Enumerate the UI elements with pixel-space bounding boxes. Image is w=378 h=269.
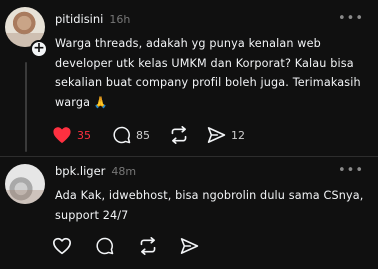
timestamp: 16h [109,13,131,26]
share-count: 12 [231,128,245,142]
repost-button[interactable] [169,124,205,146]
reply-count: 85 [136,128,150,142]
post-text-line: warga 🙏 [55,95,108,109]
share-icon [180,238,199,254]
timestamp: 48m [111,165,137,178]
repost-icon [140,237,156,255]
repost-icon [171,126,187,144]
heart-icon [52,237,71,255]
avatar-photo [5,190,45,204]
post-header: pitidisini 16h [55,12,130,30]
follow-plus-icon[interactable]: + [30,40,48,58]
like-count: 35 [77,128,91,142]
reply-button[interactable]: 85 [113,124,169,146]
avatar[interactable] [5,164,45,204]
post-text: Ada Kak, idwebhost, bisa ngobrolin dulu … [55,186,371,225]
post-header: bpk.liger 48m [55,164,136,182]
username[interactable]: pitidisini [55,12,103,26]
action-bar [52,235,199,257]
more-options-icon[interactable]: ••• [338,163,364,178]
post-text-line: support 24/7 [55,208,129,222]
post-text-line: developer utk kelas UMKM dan Korporat? K… [55,56,354,70]
like-button[interactable] [52,235,96,257]
share-icon [207,127,226,143]
reply-button[interactable] [96,235,138,257]
more-options-icon[interactable]: ••• [338,11,364,26]
share-button[interactable] [180,235,199,257]
post-text-line: Warga threads, adakah yg punya kenalan w… [55,37,321,50]
repost-button[interactable] [138,235,180,257]
reply-post: bpk.liger 48m ••• Ada Kak, idwebhost, bi… [0,157,378,269]
post-text-line: Ada Kak, idwebhost, bisa ngobrolin dulu … [55,189,364,202]
comment-icon [113,126,131,144]
share-button[interactable]: 12 [207,124,245,146]
username[interactable]: bpk.liger [55,164,105,178]
thread-connector-line [25,62,27,152]
comment-icon [96,237,114,255]
post-text-line: sekalian buat company profil boleh juga.… [55,76,361,89]
like-button[interactable]: 35 [52,124,96,146]
thread-post: + pitidisini 16h ••• Warga threads, adak… [0,0,378,156]
action-bar: 35 85 12 [52,124,245,146]
heart-icon [53,127,71,144]
post-text: Warga threads, adakah yg punya kenalan w… [55,34,371,112]
